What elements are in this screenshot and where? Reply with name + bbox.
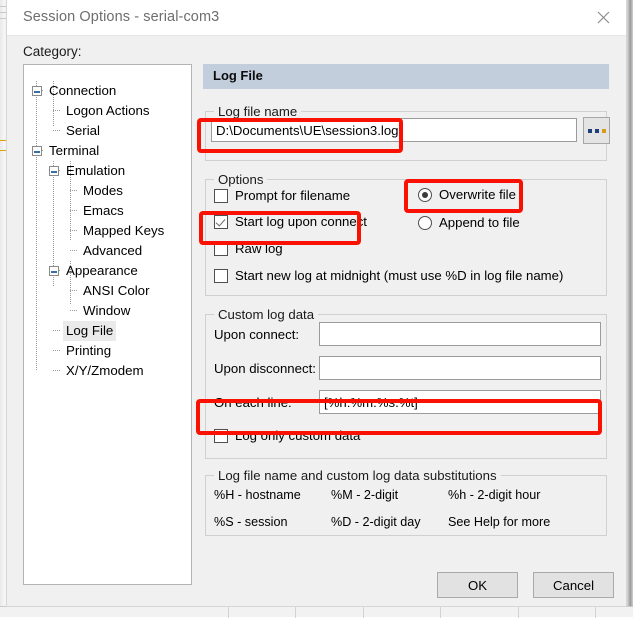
options-legend: Options — [218, 172, 264, 187]
sidebar-item-label: ANSI Color — [83, 283, 150, 298]
background-bottom-strip — [0, 606, 633, 618]
radio-overwrite-file[interactable]: Overwrite file — [418, 187, 516, 202]
custom-log-data-legend: Custom log data — [218, 307, 315, 322]
radio-dot[interactable] — [418, 215, 432, 230]
cancel-button[interactable]: Cancel — [533, 572, 614, 598]
session-options-dialog: Session Options - serial-com3 Category: — [6, 0, 627, 607]
sidebar-item-label: Modes — [83, 183, 123, 198]
sidebar-item-serial[interactable]: Serial — [24, 121, 191, 141]
on-each-line-label: On each line: — [214, 395, 292, 410]
sidebar-item-mapped-keys[interactable]: Mapped Keys — [24, 221, 191, 241]
substitution-cell: %D - 2-digit day — [331, 515, 421, 529]
substitutions-legend: Log file name and custom log data substi… — [218, 468, 497, 483]
category-tree[interactable]: Connection Logon Actions Serial Terminal… — [23, 64, 192, 585]
sidebar-item-label: Emacs — [83, 203, 124, 218]
substitution-cell: %M - 2-digit — [331, 488, 399, 502]
substitution-cell: %h - 2-digit hour — [448, 488, 541, 502]
sidebar-item-logon-actions[interactable]: Logon Actions — [24, 101, 191, 121]
checkbox-box[interactable] — [214, 241, 228, 256]
sidebar-item-label: Appearance — [66, 263, 138, 278]
sidebar-item-connection[interactable]: Connection — [24, 81, 191, 101]
sidebar-item-label: Terminal — [49, 143, 100, 158]
checkbox-label: Raw log — [235, 241, 283, 256]
cancel-button-label: Cancel — [552, 577, 595, 593]
checkbox-label: Start new log at midnight (must use %D i… — [235, 268, 564, 283]
page-title: Log File — [203, 64, 609, 89]
sidebar-item-printing[interactable]: Printing — [24, 341, 191, 361]
expander-minus-icon[interactable] — [49, 266, 59, 276]
sidebar-item-label: X/Y/Zmodem — [66, 363, 144, 378]
upon-connect-label: Upon connect: — [214, 327, 300, 342]
upon-disconnect-label: Upon disconnect: — [214, 361, 316, 376]
sidebar-item-label: Advanced — [83, 243, 143, 258]
sidebar-item-advanced[interactable]: Advanced — [24, 241, 191, 261]
log-file-name-input[interactable] — [211, 118, 577, 142]
sidebar-item-label: Logon Actions — [66, 103, 150, 118]
sidebar-item-label: Serial — [66, 123, 100, 138]
dialog-body: Category: Connection Logon Actions Seria… — [7, 36, 626, 606]
dialog-title: Session Options - serial-com3 — [23, 9, 220, 25]
checkbox-box[interactable] — [214, 214, 228, 229]
upon-connect-input[interactable] — [319, 322, 601, 346]
radio-dot[interactable] — [418, 187, 432, 202]
checkbox-log-only-custom-data[interactable]: Log only custom data — [214, 428, 360, 443]
sidebar-item-label: Log File — [63, 321, 117, 341]
log-file-pane: Log File Log file name Options Prompt fo… — [203, 64, 610, 585]
sidebar-item-modes[interactable]: Modes — [24, 181, 191, 201]
substitution-cell: %S - session — [214, 515, 288, 529]
sidebar-item-label: Mapped Keys — [83, 223, 165, 238]
checkbox-label: Prompt for filename — [235, 188, 351, 203]
radio-label: Overwrite file — [439, 187, 516, 202]
radio-label: Append to file — [439, 215, 520, 230]
sidebar-item-label: Emulation — [66, 163, 126, 178]
log-file-name-legend: Log file name — [218, 104, 298, 119]
substitution-cell: %H - hostname — [214, 488, 301, 502]
dialog-titlebar: Session Options - serial-com3 — [7, 0, 626, 36]
sidebar-item-terminal[interactable]: Terminal — [24, 141, 191, 161]
browse-button[interactable] — [583, 117, 610, 144]
sidebar-item-emacs[interactable]: Emacs — [24, 201, 191, 221]
category-label: Category: — [23, 44, 82, 59]
checkbox-label: Log only custom data — [235, 428, 361, 443]
sidebar-item-label: Window — [83, 303, 131, 318]
ok-button[interactable]: OK — [437, 572, 518, 598]
checkbox-raw-log[interactable]: Raw log — [214, 241, 283, 256]
expander-minus-icon[interactable] — [49, 166, 59, 176]
sidebar-item-label: Printing — [66, 343, 112, 358]
on-each-line-input[interactable] — [319, 390, 601, 414]
sidebar-item-emulation[interactable]: Emulation — [24, 161, 191, 181]
upon-disconnect-input[interactable] — [319, 356, 601, 380]
sidebar-item-xyzmodem[interactable]: X/Y/Zmodem — [24, 361, 191, 381]
sidebar-item-ansi-color[interactable]: ANSI Color — [24, 281, 191, 301]
ok-button-label: OK — [467, 577, 488, 593]
checkbox-box[interactable] — [214, 428, 228, 443]
checkbox-label: Start log upon connect — [235, 214, 367, 229]
expander-minus-icon[interactable] — [32, 86, 42, 96]
sidebar-item-appearance[interactable]: Appearance — [24, 261, 191, 281]
expander-minus-icon[interactable] — [32, 146, 42, 156]
background-right-strip — [627, 0, 633, 617]
substitution-cell: See Help for more — [448, 515, 551, 529]
sidebar-item-log-file[interactable]: Log File — [24, 321, 191, 341]
checkbox-prompt-for-filename[interactable]: Prompt for filename — [214, 188, 350, 203]
ellipsis-icon — [587, 128, 592, 133]
radio-append-to-file[interactable]: Append to file — [418, 215, 520, 230]
checkbox-box[interactable] — [214, 188, 228, 203]
sidebar-item-label: Connection — [49, 83, 117, 98]
sidebar-item-window[interactable]: Window — [24, 301, 191, 321]
close-icon[interactable] — [581, 0, 626, 35]
checkbox-start-new-log-at-midnight[interactable]: Start new log at midnight (must use %D i… — [214, 268, 563, 283]
checkbox-start-log-upon-connect[interactable]: Start log upon connect — [214, 214, 367, 229]
checkbox-box[interactable] — [214, 268, 228, 283]
